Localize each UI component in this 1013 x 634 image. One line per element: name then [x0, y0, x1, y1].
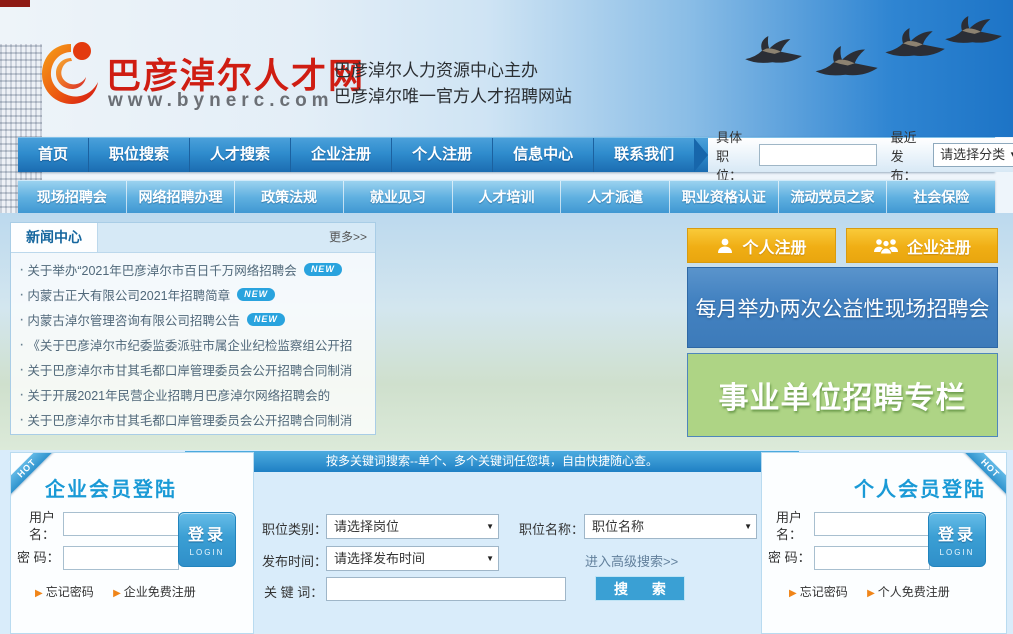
new-badge: NEW: [237, 288, 275, 301]
subnav-online-recruit[interactable]: 网络招聘办理: [127, 181, 236, 214]
nav-company-register[interactable]: 企业注册: [291, 138, 392, 172]
site-logo-icon[interactable]: [38, 36, 104, 110]
password-label: 密 码：: [768, 549, 811, 566]
flying-geese-image: [741, 6, 1009, 106]
person-icon: [716, 237, 734, 255]
position-name-select[interactable]: 职位名称 ▼: [584, 514, 757, 539]
job-position-label: 具体职位：: [716, 127, 752, 184]
keyword-search-tip: 按多关键词搜索--单个、多个关键词任您填，自由快捷随心查。: [185, 451, 799, 472]
tagline-line2: 巴彦淖尔唯一官方人才招聘网站: [334, 84, 572, 110]
news-item: · 关于开展2021年民营企业招聘月巴彦淖尔网络招聘会的: [17, 382, 369, 407]
chevron-down-icon: ▼: [1009, 144, 1013, 166]
personal-login-panel: HOT 个人会员登陆 用户名： 密 码： 登录 LOGIN ▶忘记密码 ▶个人免…: [761, 452, 1007, 634]
arrow-icon: ▶: [789, 588, 797, 599]
chevron-down-icon: ▼: [744, 515, 752, 538]
news-item: · 内蒙古淖尔管理咨询有限公司招聘公告 NEW: [17, 307, 369, 332]
secondary-navigation: 现场招聘会 网络招聘办理 政策法规 就业见习 人才培训 人才派遣 职业资格认证 …: [18, 180, 995, 214]
news-link[interactable]: 《关于巴彦淖尔市纪委监委派驻市属企业纪检监察组公开招: [27, 335, 352, 354]
arrow-icon: ▶: [113, 588, 121, 599]
position-category-label: 职位类别：: [262, 519, 327, 538]
news-item: · 关于巴彦淖尔市甘其毛都口岸管理委员会公开招聘合同制消: [17, 407, 369, 432]
subnav-onsite-fair[interactable]: 现场招聘会: [18, 181, 127, 214]
job-position-input[interactable]: [759, 144, 877, 166]
people-icon: [873, 237, 899, 255]
form-search-button[interactable]: 搜 索: [595, 576, 685, 601]
news-panel: 新闻中心 更多>> · 关于举办“2021年巴彦淖尔市百日千万网络招聘会 NEW…: [10, 222, 376, 435]
subnav-internship[interactable]: 就业见习: [344, 181, 453, 214]
position-category-select[interactable]: 请选择岗位 ▼: [326, 514, 499, 539]
nav-quick-search: 具体职位： 最近发布： 请选择分类 ▼ 搜索: [708, 138, 1013, 172]
company-password-input[interactable]: [63, 546, 179, 570]
monthly-fair-banner[interactable]: 每月举办两次公益性现场招聘会: [687, 267, 998, 348]
site-tagline: 巴彦淖尔人力资源中心主办 巴彦淖尔唯一官方人才招聘网站: [334, 58, 572, 110]
nav-arrow-notch: [694, 138, 708, 172]
position-name-label: 职位名称：: [519, 519, 584, 538]
nav-talent-search[interactable]: 人才搜索: [190, 138, 291, 172]
site-url: www.bynerc.com: [108, 90, 334, 112]
main-navigation: 首页 职位搜索 人才搜索 企业注册 个人注册 信息中心 联系我们 具体职位： 最…: [18, 137, 995, 172]
nav-home[interactable]: 首页: [18, 138, 89, 172]
company-free-register-link[interactable]: ▶企业免费注册: [113, 585, 196, 599]
nav-personal-register[interactable]: 个人注册: [392, 138, 493, 172]
public-institution-banner[interactable]: 事业单位招聘专栏: [687, 353, 998, 437]
publish-time-label: 发布时间：: [262, 551, 327, 570]
chevron-down-icon: ▼: [486, 547, 494, 570]
keyword-label: 关 键 词：: [264, 582, 323, 601]
company-login-button[interactable]: 登录 LOGIN: [178, 512, 236, 567]
subnav-social-insurance[interactable]: 社会保险: [887, 181, 995, 214]
news-list: · 关于举办“2021年巴彦淖尔市百日千万网络招聘会 NEW · 内蒙古正大有限…: [11, 253, 375, 432]
news-link[interactable]: 内蒙古正大有限公司2021年招聘简章: [27, 285, 230, 304]
company-panel-links: ▶忘记密码 ▶企业免费注册: [35, 583, 212, 600]
arrow-icon: ▶: [35, 588, 43, 599]
advanced-search-link[interactable]: 进入高级搜索>>: [585, 551, 678, 570]
personal-login-title: 个人会员登陆: [854, 473, 986, 502]
news-item: · 关于举办“2021年巴彦淖尔市百日千万网络招聘会 NEW: [17, 257, 369, 282]
news-more-link[interactable]: 更多>>: [329, 223, 367, 252]
category-select[interactable]: 请选择分类 ▼: [933, 143, 1013, 167]
news-item: · 关于巴彦淖尔市甘其毛都口岸管理委员会公开招聘合同制消: [17, 357, 369, 382]
personal-register-button[interactable]: 个人注册: [687, 228, 836, 263]
news-link[interactable]: 关于巴彦淖尔市甘其毛都口岸管理委员会公开招聘合同制消: [27, 410, 352, 429]
arrow-icon: ▶: [867, 588, 875, 599]
personal-panel-links: ▶忘记密码 ▶个人免费注册: [789, 583, 966, 600]
nav-contact-us[interactable]: 联系我们: [594, 138, 694, 172]
new-badge: NEW: [304, 263, 342, 276]
recent-publish-label: 最近发布：: [891, 127, 927, 184]
company-login-panel: HOT 企业会员登陆 用户名： 密 码： 登录 LOGIN ▶忘记密码 ▶企业免…: [10, 452, 254, 634]
news-link[interactable]: 内蒙古淖尔管理咨询有限公司招聘公告: [27, 310, 240, 329]
nav-info-center[interactable]: 信息中心: [493, 138, 594, 172]
personal-login-button[interactable]: 登录 LOGIN: [928, 512, 986, 567]
company-register-button[interactable]: 企业注册: [846, 228, 998, 263]
news-link[interactable]: 关于巴彦淖尔市甘其毛都口岸管理委员会公开招聘合同制消: [27, 360, 352, 379]
personal-forgot-password-link[interactable]: ▶忘记密码: [789, 585, 848, 599]
news-header: 新闻中心 更多>>: [11, 223, 375, 253]
new-badge: NEW: [247, 313, 285, 326]
username-label: 用户名：: [29, 509, 59, 543]
subnav-party-members[interactable]: 流动党员之家: [779, 181, 888, 214]
news-item: · 《关于巴彦淖尔市纪委监委派驻市属企业纪检监察组公开招: [17, 332, 369, 357]
publish-time-select[interactable]: 请选择发布时间 ▼: [326, 546, 499, 571]
subnav-dispatch[interactable]: 人才派遣: [561, 181, 670, 214]
tab-news-center[interactable]: 新闻中心: [11, 223, 98, 252]
company-username-input[interactable]: [63, 512, 179, 536]
subnav-training[interactable]: 人才培训: [453, 181, 562, 214]
company-login-title: 企业会员登陆: [45, 473, 177, 502]
keyword-input[interactable]: [326, 577, 566, 601]
personal-username-input[interactable]: [814, 512, 930, 536]
news-link[interactable]: 关于举办“2021年巴彦淖尔市百日千万网络招聘会: [27, 260, 296, 279]
page: 巴彦淖尔人才网 www.bynerc.com 巴彦淖尔人力资源中心主办 巴彦淖尔…: [0, 0, 1013, 634]
personal-free-register-link[interactable]: ▶个人免费注册: [867, 585, 950, 599]
nav-job-search[interactable]: 职位搜索: [89, 138, 190, 172]
chevron-down-icon: ▼: [486, 515, 494, 538]
top-left-marker: [0, 0, 30, 7]
news-item: · 内蒙古正大有限公司2021年招聘简章 NEW: [17, 282, 369, 307]
tagline-line1: 巴彦淖尔人力资源中心主办: [334, 58, 572, 84]
password-label: 密 码：: [17, 549, 60, 566]
subnav-certification[interactable]: 职业资格认证: [670, 181, 779, 214]
subnav-policy[interactable]: 政策法规: [235, 181, 344, 214]
personal-password-input[interactable]: [814, 546, 930, 570]
username-label: 用户名：: [776, 509, 806, 543]
news-link[interactable]: 关于开展2021年民营企业招聘月巴彦淖尔网络招聘会的: [27, 385, 330, 404]
company-forgot-password-link[interactable]: ▶忘记密码: [35, 585, 94, 599]
